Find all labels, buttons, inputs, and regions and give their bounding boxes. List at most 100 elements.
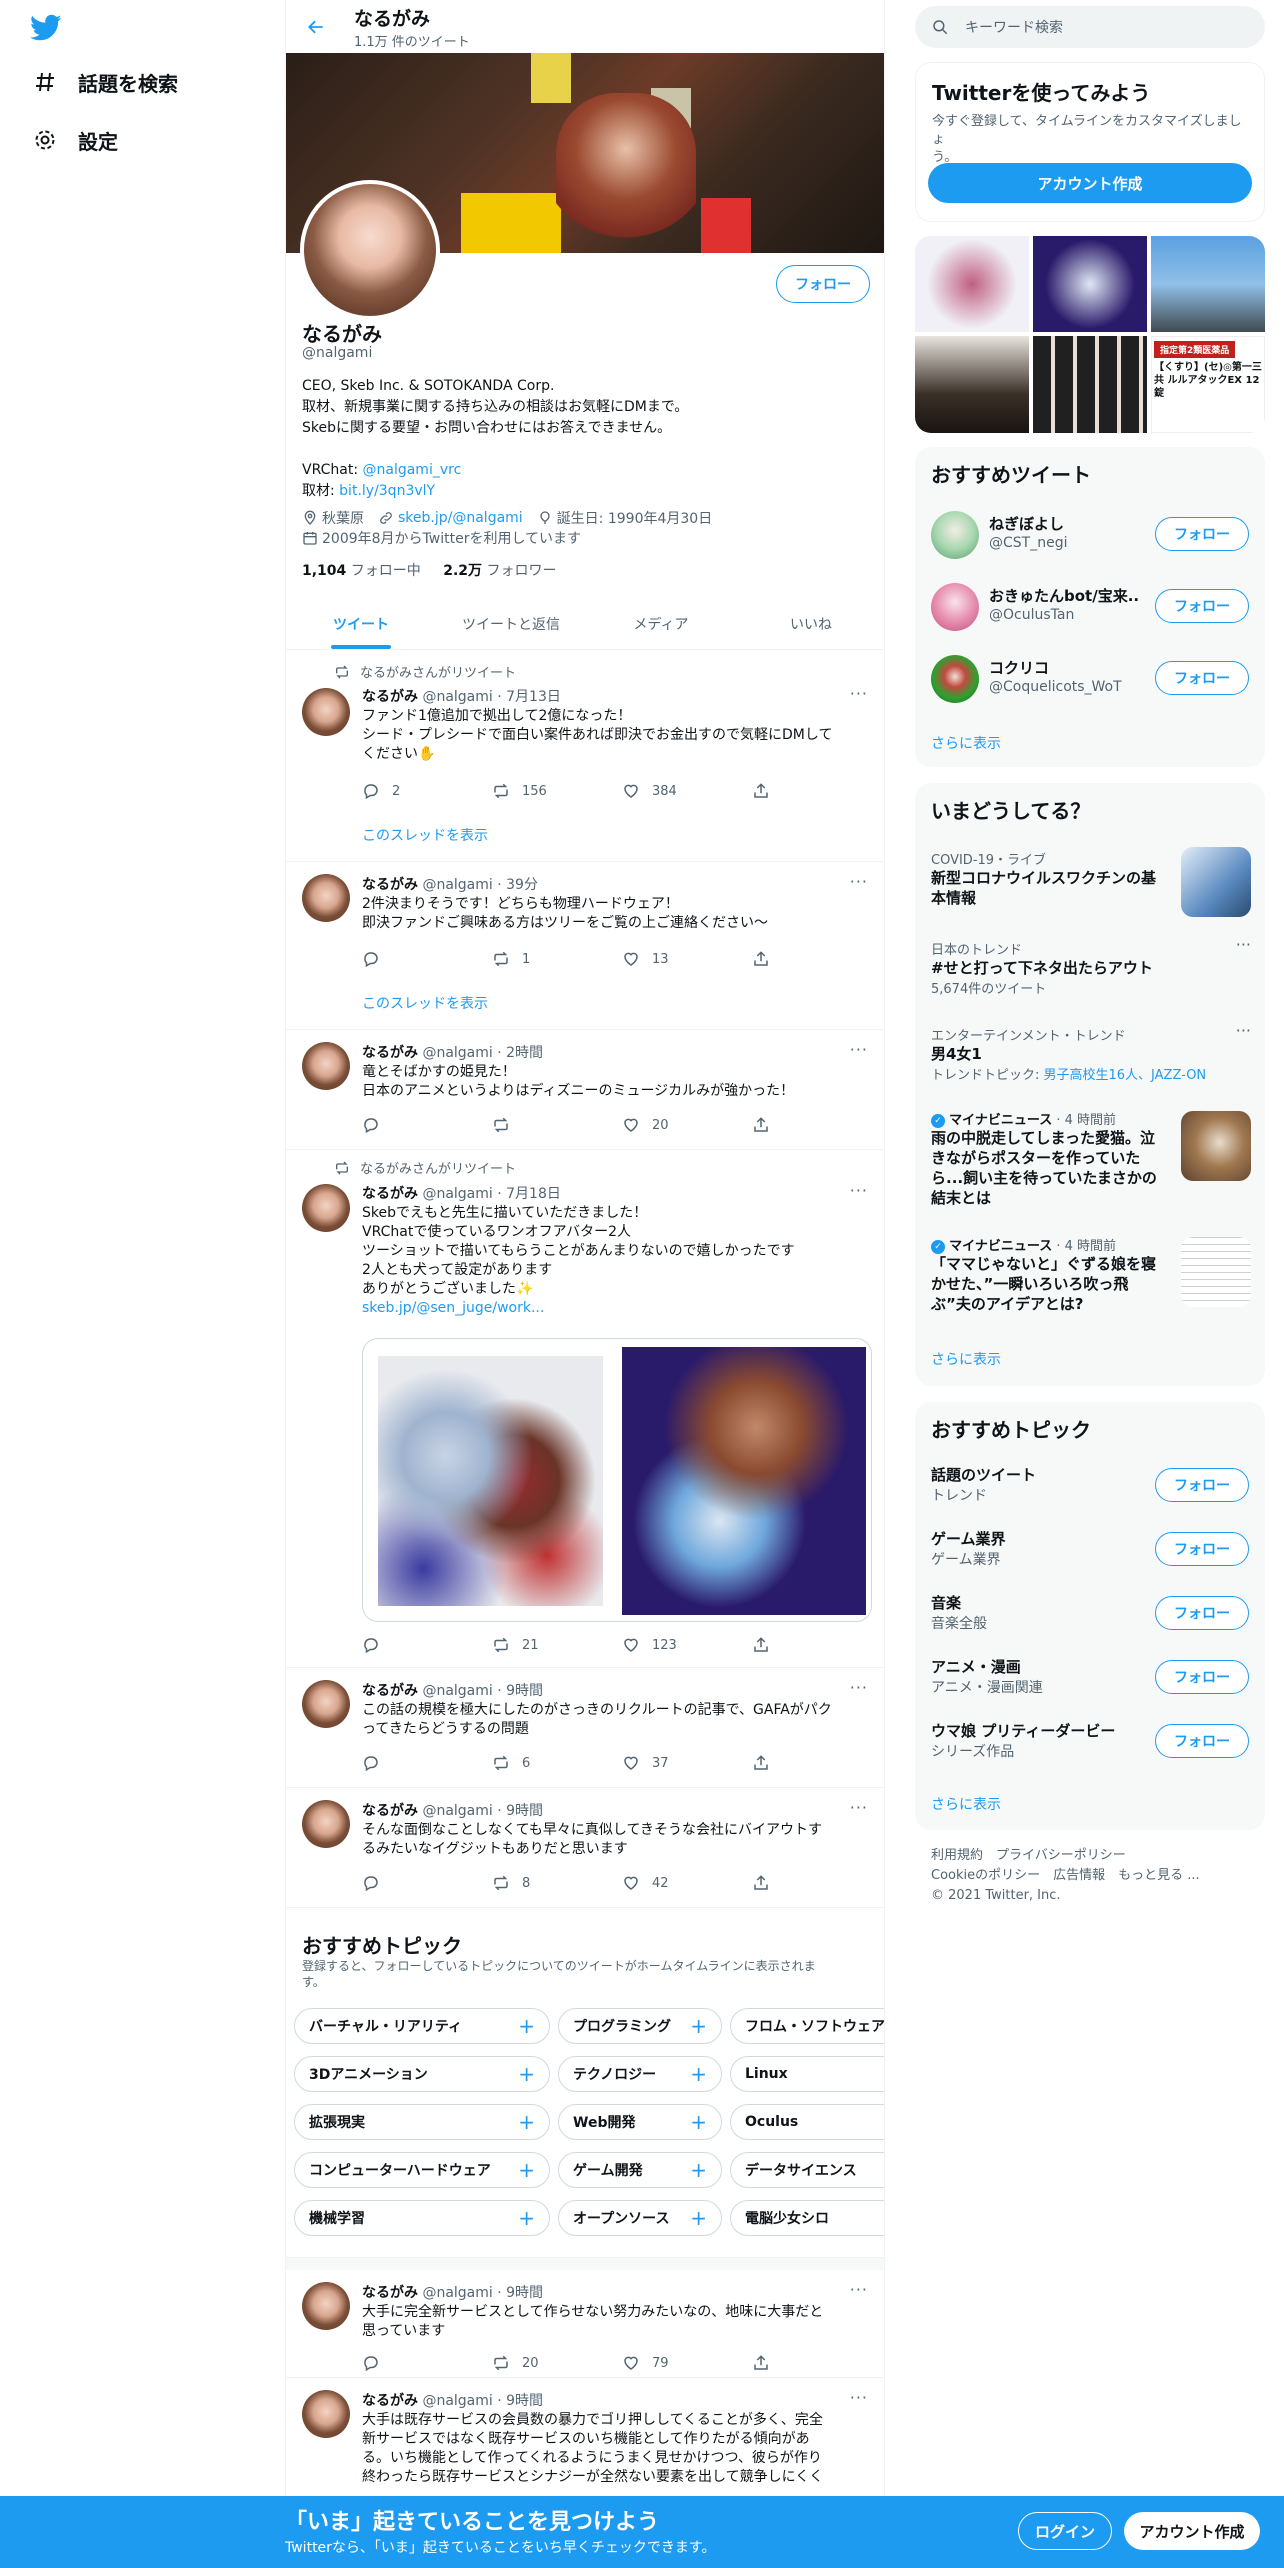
media-thumb[interactable] bbox=[1033, 336, 1147, 433]
back-arrow-icon[interactable] bbox=[296, 7, 336, 47]
followers-link[interactable]: 2.2万 フォロワー bbox=[443, 563, 556, 579]
share-button[interactable] bbox=[752, 1636, 792, 1654]
reply-button[interactable] bbox=[362, 1116, 492, 1134]
interview-link[interactable]: bit.ly/3qn3vlY bbox=[339, 483, 435, 499]
trend-thumbnail[interactable] bbox=[1181, 1111, 1251, 1181]
trend-item[interactable]: ✓ マイナビニュース · 4 時間前 「ママじゃないと」ぐずる娘を寝 かせた、”一… bbox=[931, 1235, 1251, 1314]
retweet-button[interactable]: 6 bbox=[492, 1754, 622, 1772]
website-link[interactable]: skeb.jp/@nalgami bbox=[398, 510, 523, 526]
footer-line[interactable]: Cookieのポリシー 広告情報 もっと見る ... bbox=[931, 1866, 1251, 1886]
tweet-avatar[interactable] bbox=[302, 1042, 350, 1090]
topic-chip[interactable]: テクノロジー + bbox=[558, 2056, 722, 2092]
share-button[interactable] bbox=[752, 2354, 792, 2372]
topic-chip[interactable]: プログラミング + bbox=[558, 2008, 722, 2044]
share-button[interactable] bbox=[752, 950, 792, 968]
tweet[interactable]: なるがみ @nalgami · 2時間 ··· 竜とそばかすの姫見た！ 日本のアニ… bbox=[286, 1030, 884, 1150]
avatar[interactable] bbox=[931, 583, 979, 631]
tweet-avatar[interactable] bbox=[302, 1680, 350, 1728]
like-button[interactable]: 79 bbox=[622, 2354, 752, 2372]
trend-item[interactable]: エンターテインメント・トレンド 男4女1 トレンドトピック: 男子高校生16人、… bbox=[931, 1021, 1251, 1083]
avatar[interactable] bbox=[931, 655, 979, 703]
tweet-avatar[interactable] bbox=[302, 874, 350, 922]
topic-chip[interactable]: フロム・ソフトウェア bbox=[730, 2008, 884, 2044]
retweet-button[interactable]: 8 bbox=[492, 1874, 622, 1892]
tab-tweets[interactable]: ツイート bbox=[286, 598, 436, 649]
follow-button[interactable]: フォロー bbox=[1155, 661, 1249, 695]
topic-item[interactable]: 話題のツイート トレンド フォロー bbox=[915, 1454, 1265, 1518]
topic-item[interactable]: アニメ・漫画 アニメ・漫画関連 フォロー bbox=[915, 1646, 1265, 1710]
more-icon[interactable]: ··· bbox=[1236, 935, 1251, 954]
more-icon[interactable]: ··· bbox=[850, 1040, 868, 1059]
signup-card-button[interactable]: アカウント作成 bbox=[928, 163, 1252, 203]
share-button[interactable] bbox=[752, 1116, 792, 1134]
follow-button[interactable]: フォロー bbox=[1155, 1596, 1249, 1630]
share-button[interactable] bbox=[752, 1754, 792, 1772]
nav-explore[interactable]: 話題を検索 bbox=[30, 67, 178, 97]
follow-button[interactable]: フォロー bbox=[1155, 1724, 1249, 1758]
retweet-button[interactable]: 1 bbox=[492, 950, 622, 968]
topic-item[interactable]: ゲーム業界 ゲーム業界 フォロー bbox=[915, 1518, 1265, 1582]
follow-button[interactable]: フォロー bbox=[1155, 517, 1249, 551]
more-icon[interactable]: ··· bbox=[850, 872, 868, 891]
tweet-media[interactable] bbox=[362, 1338, 872, 1622]
reply-button[interactable] bbox=[362, 1636, 492, 1654]
tab-likes[interactable]: いいね bbox=[736, 598, 884, 649]
tweet-avatar[interactable] bbox=[302, 1184, 350, 1232]
topic-item[interactable]: 音楽 音楽全般 フォロー bbox=[915, 1582, 1265, 1646]
more-icon[interactable]: ··· bbox=[850, 1798, 868, 1817]
tweet-avatar[interactable] bbox=[302, 688, 350, 736]
trend-item[interactable]: COVID-19・ライブ 新型コロナウイルスワクチンの基 本情報 bbox=[931, 847, 1251, 917]
media-thumb[interactable]: 指定第2類医薬品 【くすり】(セ)◎第一三共 ルルアタックEX 12錠 bbox=[1151, 336, 1265, 433]
recommended-user[interactable]: おきゅたんbot/宝来... @OculusTan フォロー bbox=[915, 571, 1265, 643]
show-more-link[interactable]: さらに表示 bbox=[931, 1794, 1001, 1814]
recommended-user[interactable]: コクリコ @Coquelicots_WoT フォロー bbox=[915, 643, 1265, 715]
show-thread-link[interactable]: このスレッドを表示 bbox=[362, 993, 488, 1013]
vrchat-link[interactable]: @nalgami_vrc bbox=[363, 462, 462, 478]
retweet-button[interactable]: 156 bbox=[492, 782, 622, 800]
follow-button[interactable]: フォロー bbox=[1155, 1468, 1249, 1502]
more-icon[interactable]: ··· bbox=[850, 1181, 868, 1200]
footer-line[interactable]: 利用規約 プライバシーポリシー bbox=[931, 1846, 1251, 1866]
topic-chip[interactable]: オープンソース + bbox=[558, 2200, 722, 2236]
retweet-button[interactable]: 21 bbox=[492, 1636, 622, 1654]
share-button[interactable] bbox=[752, 782, 792, 800]
more-icon[interactable]: ··· bbox=[850, 1678, 868, 1697]
signup-button[interactable]: アカウント作成 bbox=[1124, 2512, 1260, 2550]
topic-chip[interactable]: 機械学習 + bbox=[294, 2200, 550, 2236]
nav-settings[interactable]: 設定 bbox=[30, 125, 118, 155]
search-box[interactable]: キーワード検索 bbox=[915, 6, 1265, 48]
topic-chip[interactable]: 3Dアニメーション + bbox=[294, 2056, 550, 2092]
like-button[interactable]: 384 bbox=[622, 782, 752, 800]
trend-thumbnail[interactable] bbox=[1181, 1237, 1251, 1307]
topic-chip[interactable]: ゲーム開発 + bbox=[558, 2152, 722, 2188]
tweet[interactable]: なるがみさんがリツイート なるがみ @nalgami · 7月13日 ··· フ… bbox=[286, 650, 884, 862]
more-icon[interactable]: ··· bbox=[850, 2280, 868, 2299]
search-input[interactable]: キーワード検索 bbox=[965, 17, 1063, 37]
login-button[interactable]: ログイン bbox=[1018, 2512, 1112, 2550]
tweet[interactable]: なるがみ @nalgami · 39分 ··· 2件決まりそうです！どちらも物理… bbox=[286, 862, 884, 1030]
show-more-link[interactable]: さらに表示 bbox=[931, 1349, 1001, 1369]
trend-item[interactable]: ✓ マイナビニュース · 4 時間前 雨の中脱走してしまった愛猫。泣 きながらポス… bbox=[931, 1109, 1251, 1208]
tweet[interactable]: なるがみ @nalgami · 9時間 ··· そんな面倒なことしなくても早々に… bbox=[286, 1788, 884, 1908]
follow-button[interactable]: フォロー bbox=[1155, 589, 1249, 623]
topic-chip[interactable]: 電脳少女シロ bbox=[730, 2200, 884, 2236]
media-image[interactable] bbox=[617, 1339, 871, 1621]
tweet[interactable]: なるがみさんがリツイート なるがみ @nalgami · 7月18日 ··· S… bbox=[286, 1150, 884, 1668]
media-thumb[interactable] bbox=[915, 336, 1029, 433]
profile-avatar[interactable] bbox=[300, 180, 440, 320]
like-button[interactable]: 42 bbox=[622, 1874, 752, 1892]
twitter-logo-icon[interactable] bbox=[30, 14, 62, 46]
topic-item[interactable]: ウマ娘 プリティーダービー シリーズ作品 フォロー bbox=[915, 1710, 1265, 1774]
media-thumb[interactable] bbox=[915, 236, 1029, 332]
like-button[interactable]: 20 bbox=[622, 1116, 752, 1134]
follow-button[interactable]: フォロー bbox=[1155, 1532, 1249, 1566]
media-thumb[interactable] bbox=[1033, 236, 1147, 332]
following-link[interactable]: 1,104 フォロー中 bbox=[302, 563, 421, 579]
follow-button[interactable]: フォロー bbox=[776, 265, 870, 303]
recommended-user[interactable]: ねぎぼよし @CST_negi フォロー bbox=[915, 499, 1265, 571]
avatar[interactable] bbox=[931, 511, 979, 559]
retweet-button[interactable]: 20 bbox=[492, 2354, 622, 2372]
tab-tweets-replies[interactable]: ツイートと返信 bbox=[436, 598, 586, 649]
like-button[interactable]: 123 bbox=[622, 1636, 752, 1654]
retweet-button[interactable] bbox=[492, 1116, 622, 1134]
